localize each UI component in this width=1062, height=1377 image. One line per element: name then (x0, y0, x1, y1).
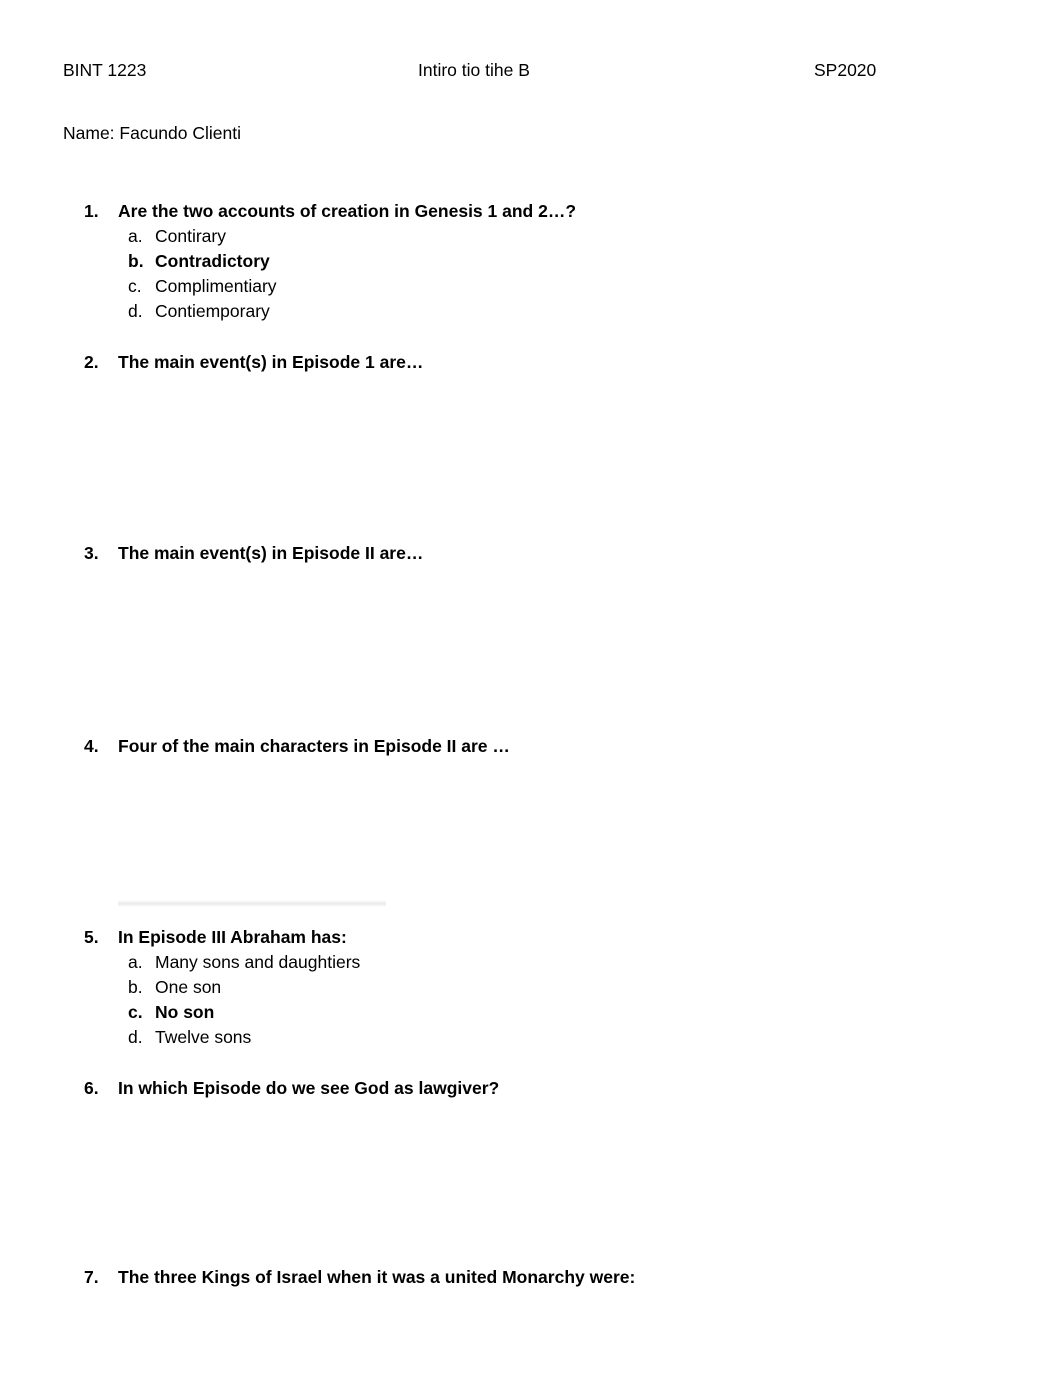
answer-option[interactable]: a. Contirary (84, 224, 984, 249)
question-text: Are the two accounts of creation in Gene… (118, 201, 577, 221)
question-heading: 1. Are the two accounts of creation in Ge… (84, 199, 984, 224)
question-number: 7. (84, 1267, 99, 1287)
answer-option-text: Contirary (155, 226, 226, 246)
question-block: 7. The three Kings of Israel when it was … (84, 1265, 984, 1290)
answer-option[interactable]: d. Contiemporary (84, 299, 984, 324)
question-number: 6. (84, 1078, 99, 1098)
answer-option[interactable]: a. Many sons and daughtiers (84, 950, 984, 975)
question-text: The main event(s) in Episode II are… (118, 543, 424, 563)
student-name-line: Name: Facundo Clienti (63, 123, 241, 143)
question-text: In Episode III Abraham has: (118, 927, 347, 947)
answer-option-letter: c. (128, 1002, 143, 1022)
header-title: Intiro tio tihe B (418, 60, 530, 80)
question-number: 2. (84, 352, 99, 372)
answer-option[interactable]: b. Contradictory (84, 249, 984, 274)
answer-option-text: Twelve sons (155, 1027, 252, 1047)
answer-option-letter: a. (128, 226, 143, 246)
answer-option[interactable]: c. Complimentiary (84, 274, 984, 299)
answer-option[interactable]: c. No son (84, 1000, 984, 1025)
question-heading: 3. The main event(s) in Episode II are… (84, 541, 984, 566)
scan-artifact-line (118, 900, 386, 907)
question-block: 2. The main event(s) in Episode 1 are… (84, 350, 984, 375)
document-page: BINT 1223 Intiro tio tihe B SP2020 Name:… (0, 0, 1062, 1377)
question-text: The three Kings of Israel when it was a … (118, 1267, 636, 1287)
answer-option[interactable]: d. Twelve sons (84, 1025, 984, 1050)
question-number: 4. (84, 736, 99, 756)
answer-option-letter: d. (128, 301, 143, 321)
document-header: BINT 1223 Intiro tio tihe B SP2020 (63, 58, 943, 82)
answer-option-list: a. Contirary b. Contradictory c. Complimentia… (84, 224, 984, 324)
answer-option-text: Contradictory (155, 251, 270, 271)
question-block: 4. Four of the main characters in Episode… (84, 734, 984, 759)
question-block: 3. The main event(s) in Episode II are… (84, 541, 984, 566)
answer-option-letter: b. (128, 977, 143, 997)
answer-option-letter: a. (128, 952, 143, 972)
answer-option-text: One son (155, 977, 222, 997)
question-number: 3. (84, 543, 99, 563)
answer-option-text: Many sons and daughtiers (155, 952, 361, 972)
question-text: In which Episode do we see God as lawgiv… (118, 1078, 500, 1098)
question-heading: 6. In which Episode do we see God as lawg… (84, 1076, 984, 1101)
question-number: 5. (84, 927, 99, 947)
question-number: 1. (84, 201, 99, 221)
answer-option[interactable]: b. One son (84, 975, 984, 1000)
answer-option-text: Contiemporary (155, 301, 270, 321)
answer-option-letter: b. (128, 251, 144, 271)
answer-option-text: Complimentiary (155, 276, 277, 296)
question-heading: 5. In Episode III Abraham has: (84, 925, 984, 950)
question-block: 1. Are the two accounts of creation in Ge… (84, 199, 984, 324)
question-heading: 4. Four of the main characters in Episode… (84, 734, 984, 759)
question-block: 5. In Episode III Abraham has: a. Many sons… (84, 925, 984, 1050)
answer-option-list: a. Many sons and daughtiers b. One son c. No … (84, 950, 984, 1050)
question-heading: 2. The main event(s) in Episode 1 are… (84, 350, 984, 375)
header-term: SP2020 (814, 60, 877, 80)
question-block: 6. In which Episode do we see God as lawg… (84, 1076, 984, 1101)
header-course-code: BINT 1223 (63, 60, 147, 80)
answer-option-text: No son (155, 1002, 215, 1022)
question-heading: 7. The three Kings of Israel when it was … (84, 1265, 984, 1290)
question-text: The main event(s) in Episode 1 are… (118, 352, 424, 372)
question-text: Four of the main characters in Episode I… (118, 736, 510, 756)
answer-option-letter: d. (128, 1027, 143, 1047)
answer-option-letter: c. (128, 276, 142, 296)
